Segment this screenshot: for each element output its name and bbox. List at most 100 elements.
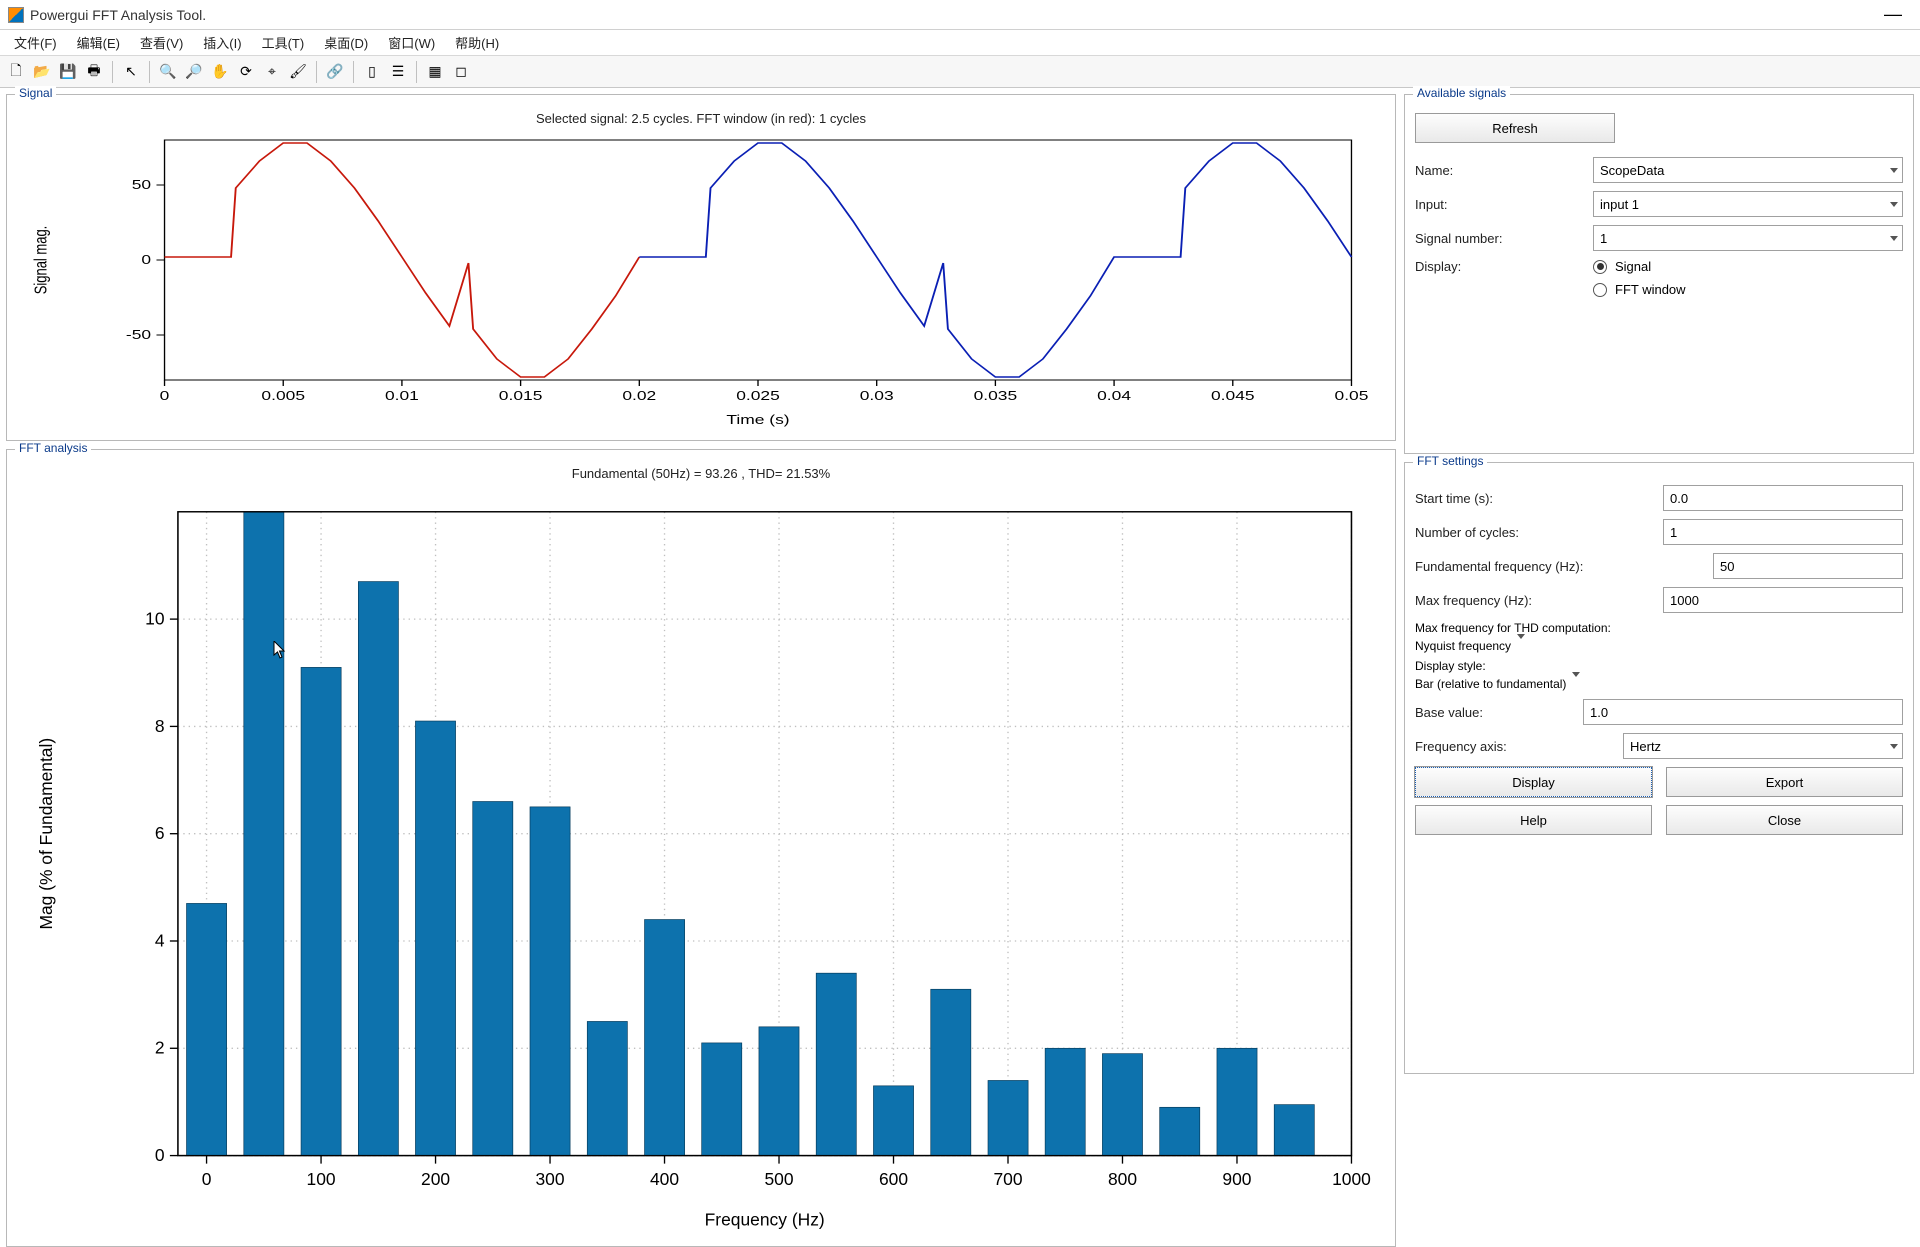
num-cycles-input[interactable]: [1663, 519, 1903, 545]
signal-number-label: Signal number:: [1415, 231, 1585, 246]
radio-icon: [1593, 260, 1607, 274]
brush-icon[interactable]: 🖌: [286, 60, 310, 84]
svg-text:-50: -50: [126, 328, 151, 342]
svg-text:Signal mag.: Signal mag.: [32, 226, 51, 295]
svg-text:Mag (% of Fundamental): Mag (% of Fundamental): [36, 738, 56, 930]
minimize-button[interactable]: —: [1874, 4, 1912, 25]
display-radio-fftwindow[interactable]: FFT window: [1593, 282, 1686, 297]
zoom-out-icon[interactable]: 🔎: [182, 60, 206, 84]
print-icon[interactable]: 🖶: [82, 60, 106, 84]
datacursor-icon[interactable]: ⌖: [260, 60, 284, 84]
start-time-label: Start time (s):: [1415, 491, 1655, 506]
show-plot-icon[interactable]: ◻: [449, 60, 473, 84]
input-value: input 1: [1600, 197, 1639, 212]
svg-text:1000: 1000: [1332, 1169, 1371, 1189]
fft-settings-panel: FFT settings Start time (s): Number of c…: [1404, 462, 1914, 1074]
fundamental-freq-input[interactable]: [1713, 553, 1903, 579]
svg-text:300: 300: [535, 1169, 564, 1189]
svg-text:10: 10: [145, 608, 165, 628]
fft-chart: 024681001002003004005006007008009001000F…: [17, 485, 1385, 1236]
svg-text:4: 4: [155, 930, 165, 950]
svg-text:800: 800: [1108, 1169, 1137, 1189]
close-button[interactable]: Close: [1666, 805, 1903, 835]
signal-panel: Signal Selected signal: 2.5 cycles. FFT …: [6, 94, 1396, 441]
signal-chart-title: Selected signal: 2.5 cycles. FFT window …: [17, 111, 1385, 126]
help-button[interactable]: Help: [1415, 805, 1652, 835]
input-label: Input:: [1415, 197, 1585, 212]
menu-desktop[interactable]: 桌面(D): [314, 30, 378, 55]
svg-text:8: 8: [155, 716, 165, 736]
colorbar-icon[interactable]: ▯: [360, 60, 384, 84]
toolbar: 🗋 📂 💾 🖶 ↖ 🔍 🔎 ✋ ⟳ ⌖ 🖌 🔗 ▯ ☰ ▦ ◻: [0, 56, 1920, 88]
main-area: Signal Selected signal: 2.5 cycles. FFT …: [0, 88, 1920, 1080]
base-value-label: Base value:: [1415, 705, 1575, 720]
available-signals-legend: Available signals: [1413, 86, 1510, 100]
title-bar: Powergui FFT Analysis Tool. —: [0, 0, 1920, 30]
export-button[interactable]: Export: [1666, 767, 1903, 797]
max-thd-combo[interactable]: Nyquist frequency: [1415, 639, 1903, 653]
display-style-combo[interactable]: Bar (relative to fundamental): [1415, 677, 1903, 691]
display-style-value: Bar (relative to fundamental): [1415, 677, 1566, 691]
base-value-input[interactable]: [1583, 699, 1903, 725]
svg-text:0.01: 0.01: [385, 389, 419, 403]
window-title: Powergui FFT Analysis Tool.: [30, 7, 206, 23]
display-radio-signal[interactable]: Signal: [1593, 259, 1686, 274]
svg-text:700: 700: [993, 1169, 1022, 1189]
fft-legend: FFT analysis: [15, 441, 91, 455]
svg-text:500: 500: [764, 1169, 793, 1189]
new-file-icon[interactable]: 🗋: [4, 60, 28, 84]
max-thd-label: Max frequency for THD computation:: [1415, 621, 1903, 635]
freq-axis-label: Frequency axis:: [1415, 739, 1615, 754]
max-freq-input[interactable]: [1663, 587, 1903, 613]
svg-text:0.02: 0.02: [622, 389, 656, 403]
max-freq-label: Max frequency (Hz):: [1415, 593, 1655, 608]
signal-number-value: 1: [1600, 231, 1607, 246]
svg-text:0: 0: [160, 389, 170, 403]
name-combo[interactable]: ScopeData: [1593, 157, 1903, 183]
menu-edit[interactable]: 编辑(E): [67, 30, 130, 55]
signal-legend: Signal: [15, 86, 56, 100]
pointer-icon[interactable]: ↖: [119, 60, 143, 84]
link-plot-icon[interactable]: 🔗: [323, 60, 347, 84]
start-time-input[interactable]: [1663, 485, 1903, 511]
svg-text:Frequency (Hz): Frequency (Hz): [705, 1209, 825, 1229]
menu-tools[interactable]: 工具(T): [252, 30, 315, 55]
display-radio-signal-label: Signal: [1615, 259, 1651, 274]
svg-text:600: 600: [879, 1169, 908, 1189]
menu-view[interactable]: 查看(V): [130, 30, 193, 55]
svg-text:100: 100: [307, 1169, 336, 1189]
hide-plot-icon[interactable]: ▦: [423, 60, 447, 84]
freq-axis-combo[interactable]: Hertz: [1623, 733, 1903, 759]
rotate-icon[interactable]: ⟳: [234, 60, 258, 84]
svg-text:50: 50: [132, 178, 151, 192]
name-value: ScopeData: [1600, 163, 1664, 178]
svg-text:0.015: 0.015: [499, 389, 543, 403]
svg-text:2: 2: [155, 1038, 165, 1058]
legend-icon[interactable]: ☰: [386, 60, 410, 84]
signal-chart: -5005000.0050.010.0150.020.0250.030.0350…: [17, 130, 1385, 430]
open-file-icon[interactable]: 📂: [30, 60, 54, 84]
available-signals-panel: Available signals Refresh Name: ScopeDat…: [1404, 94, 1914, 454]
save-icon[interactable]: 💾: [56, 60, 80, 84]
svg-text:0.03: 0.03: [860, 389, 894, 403]
refresh-button[interactable]: Refresh: [1415, 113, 1615, 143]
display-label: Display:: [1415, 259, 1585, 274]
freq-axis-value: Hertz: [1630, 739, 1661, 754]
fundamental-freq-label: Fundamental frequency (Hz):: [1415, 559, 1705, 574]
input-combo[interactable]: input 1: [1593, 191, 1903, 217]
menu-file[interactable]: 文件(F): [4, 30, 67, 55]
zoom-in-icon[interactable]: 🔍: [156, 60, 180, 84]
menu-window[interactable]: 窗口(W): [378, 30, 445, 55]
matlab-logo-icon: [8, 7, 24, 23]
pan-icon[interactable]: ✋: [208, 60, 232, 84]
svg-text:0.035: 0.035: [974, 389, 1018, 403]
fft-panel: FFT analysis Fundamental (50Hz) = 93.26 …: [6, 449, 1396, 1247]
menu-insert[interactable]: 插入(I): [193, 30, 251, 55]
svg-text:0.05: 0.05: [1335, 389, 1369, 403]
svg-text:6: 6: [155, 823, 165, 843]
display-style-label: Display style:: [1415, 659, 1903, 673]
signal-number-combo[interactable]: 1: [1593, 225, 1903, 251]
menu-help[interactable]: 帮助(H): [445, 30, 509, 55]
svg-text:0.04: 0.04: [1097, 389, 1131, 403]
display-button[interactable]: Display: [1415, 767, 1652, 797]
